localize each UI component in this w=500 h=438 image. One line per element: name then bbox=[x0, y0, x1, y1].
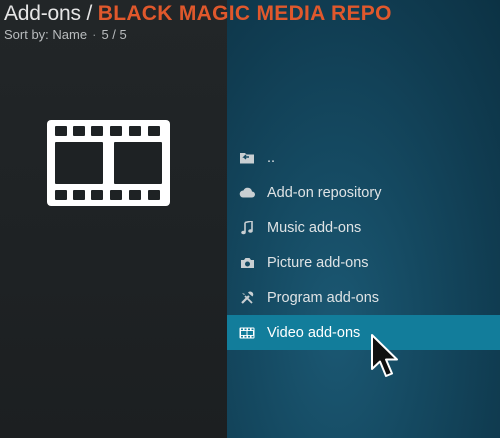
film-icon bbox=[227, 327, 267, 339]
tools-icon bbox=[227, 290, 267, 305]
sort-label: Sort by: Name bbox=[4, 27, 88, 42]
list-item-video-addons[interactable]: Video add-ons bbox=[227, 315, 500, 350]
music-note-icon bbox=[227, 220, 267, 235]
mouse-pointer-icon bbox=[371, 334, 398, 377]
list-item-label: .. bbox=[267, 149, 276, 166]
left-pane bbox=[0, 0, 227, 438]
camera-icon bbox=[227, 257, 267, 269]
list-item-program-addons[interactable]: Program add-ons bbox=[227, 280, 500, 315]
folder-back-icon bbox=[227, 152, 267, 164]
list-item-label: Program add-ons bbox=[267, 289, 380, 306]
list-item-label: Add-on repository bbox=[267, 184, 382, 201]
cloud-icon bbox=[227, 187, 267, 198]
list-item-parent[interactable]: .. bbox=[227, 140, 500, 175]
repo-title: BLACK MAGIC MEDIA REPO bbox=[97, 2, 392, 25]
list-item-picture-addons[interactable]: Picture add-ons bbox=[227, 245, 500, 280]
header: Add-ons / BLACK MAGIC MEDIA REPO Sort by… bbox=[4, 2, 392, 42]
list-item-music-addons[interactable]: Music add-ons bbox=[227, 210, 500, 245]
list-item-label: Video add-ons bbox=[267, 324, 361, 341]
breadcrumb: Add-ons / BLACK MAGIC MEDIA REPO bbox=[4, 2, 392, 26]
film-strip-icon bbox=[47, 120, 170, 206]
sort-info: Sort by: Name · 5 / 5 bbox=[4, 28, 392, 42]
item-count: 5 / 5 bbox=[101, 27, 127, 42]
list-item-addon-repository[interactable]: Add-on repository bbox=[227, 175, 500, 210]
sort-separator: · bbox=[92, 27, 97, 42]
list-item-label: Music add-ons bbox=[267, 219, 362, 236]
list-item-label: Picture add-ons bbox=[267, 254, 369, 271]
breadcrumb-prefix: Add-ons / bbox=[4, 2, 98, 25]
addon-category-list: .. Add-on repository Music add-ons Pictu… bbox=[227, 140, 500, 350]
